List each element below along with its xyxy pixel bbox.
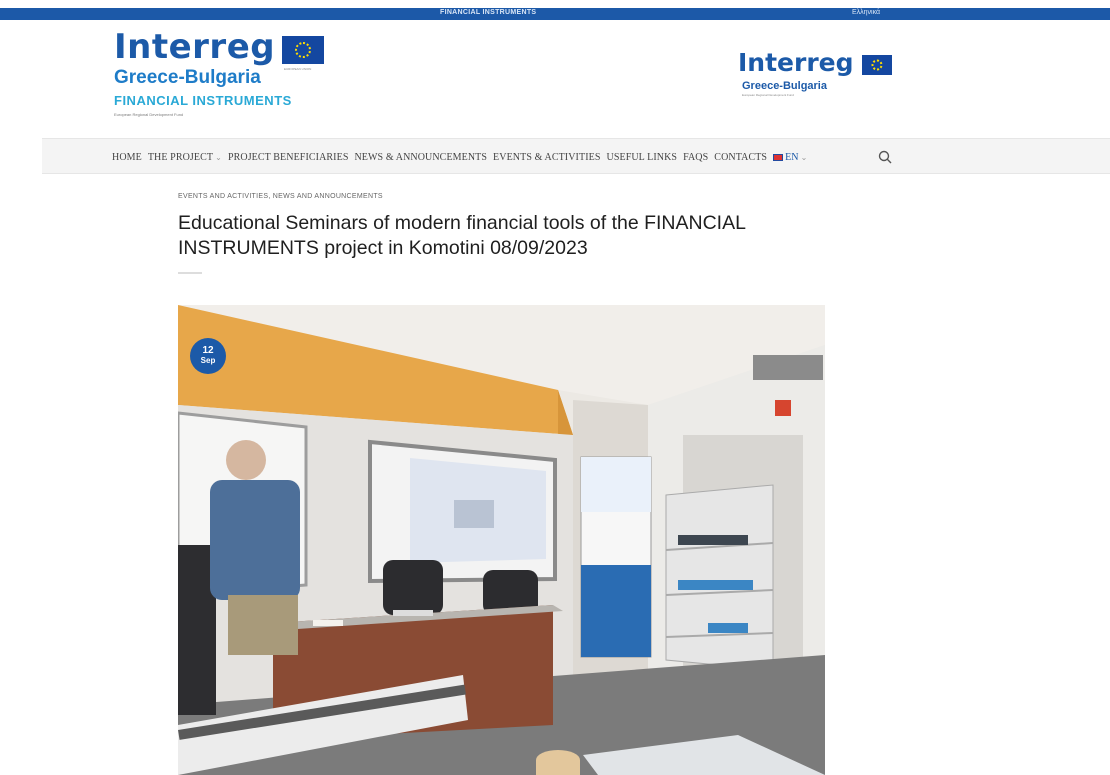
post-date-badge: 12 Sep: [190, 338, 226, 374]
eu-flag-icon: [862, 55, 892, 75]
chevron-down-icon: ⌄: [800, 152, 808, 162]
top-bar: FINANCIAL INSTRUMENTS Ελληνικά: [0, 8, 1110, 20]
chevron-down-icon: ⌄: [215, 152, 222, 162]
nav-item-events-activities[interactable]: Events & Activities: [493, 152, 600, 163]
language-switch-link[interactable]: Ελληνικά: [852, 8, 880, 18]
logo-fund-caption: European Regional Development Fund: [114, 112, 184, 117]
nav-item-useful-links[interactable]: Useful Links: [607, 152, 678, 163]
top-bar-title: FINANCIAL INSTRUMENTS: [440, 9, 537, 16]
main-navigation: Home The Project ⌄ Project Beneficiaries …: [42, 138, 1110, 174]
site-logo[interactable]: Interreg EUROPEAN UNION Greece-Bulgaria …: [114, 30, 344, 126]
nav-item-faqs[interactable]: FAQs: [683, 152, 708, 163]
nav-item-news-announcements[interactable]: News & Announcements: [354, 152, 487, 163]
programme-logo-fund: European Regional Development Fund: [742, 93, 794, 97]
uk-flag-icon: [773, 153, 784, 161]
logo-subtitle: Greece-Bulgaria: [114, 67, 261, 88]
nav-item-project-beneficiaries[interactable]: Project Beneficiaries: [228, 152, 349, 163]
language-selector[interactable]: EN ⌄: [773, 152, 807, 163]
eu-flag-icon: [282, 36, 324, 64]
featured-image: [178, 305, 825, 775]
programme-logo: Interreg Greece-Bulgaria European Region…: [738, 50, 898, 100]
search-icon[interactable]: [878, 150, 892, 164]
post-date-day: 12: [202, 345, 214, 356]
nav-item-contacts[interactable]: Contacts: [714, 152, 767, 163]
programme-logo-subtitle: Greece-Bulgaria: [742, 80, 827, 92]
post-date-month: Sep: [200, 356, 216, 365]
post-title: Educational Seminars of modern financial…: [178, 212, 746, 259]
nav-item-the-project[interactable]: The Project ⌄: [148, 152, 222, 163]
post-categories[interactable]: EVENTS AND ACTIVITIES, NEWS AND ANNOUNCE…: [178, 193, 383, 200]
programme-logo-brand: Interreg: [738, 48, 854, 77]
logo-project-name: FINANCIAL INSTRUMENTS: [114, 93, 292, 108]
logo-brand: Interreg: [114, 27, 276, 67]
title-divider: [178, 272, 202, 274]
nav-item-home[interactable]: Home: [112, 152, 142, 163]
eu-flag-caption: EUROPEAN UNION: [284, 67, 312, 71]
